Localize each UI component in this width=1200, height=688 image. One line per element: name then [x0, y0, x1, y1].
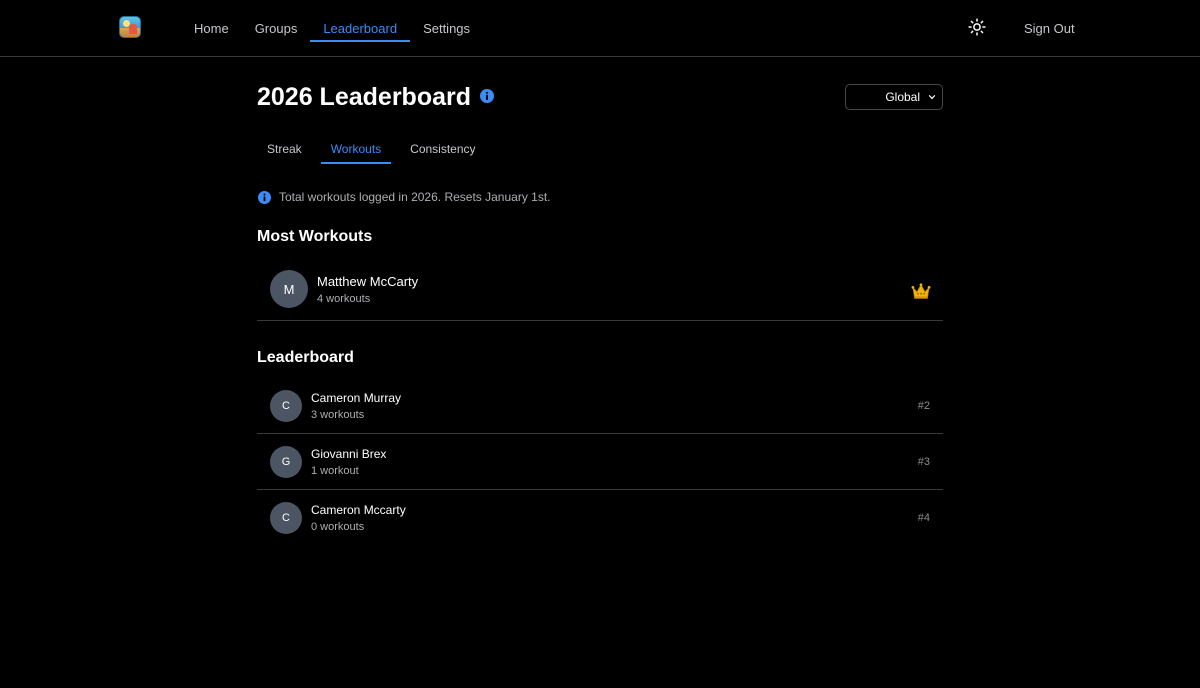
row-name: Cameron Mccarty	[311, 503, 406, 517]
rank-badge: #3	[917, 456, 930, 468]
crown-icon	[911, 283, 931, 299]
rank-badge: #2	[917, 400, 930, 412]
nav-home[interactable]: Home	[181, 0, 242, 56]
row-name: Giovanni Brex	[311, 447, 387, 461]
sign-out-link[interactable]: Sign Out	[1024, 0, 1075, 56]
leader-name: Matthew McCarty	[317, 274, 419, 289]
rank-badge: #4	[917, 512, 930, 524]
info-icon[interactable]	[480, 89, 494, 103]
title-row: 2026 Leaderboard Global	[257, 81, 943, 113]
row-count: 0 workouts	[311, 521, 365, 533]
tab-consistency[interactable]: Consistency	[400, 135, 485, 163]
nav-links: Home Groups Leaderboard Settings	[181, 0, 483, 56]
avatar: C	[270, 390, 302, 422]
tab-workouts[interactable]: Workouts	[320, 135, 392, 164]
scope-select-value: Global	[885, 90, 920, 104]
leaderboard-tabs: Streak Workouts Consistency	[257, 135, 495, 164]
info-note: Total workouts logged in 2026. Resets Ja…	[258, 190, 551, 204]
most-workouts-title: Most Workouts	[257, 228, 373, 245]
row-name: Cameron Murray	[311, 391, 402, 405]
row-count: 1 workout	[311, 465, 359, 477]
top-navbar: Home Groups Leaderboard Settings Sign Ou…	[0, 0, 1200, 57]
nav-groups[interactable]: Groups	[242, 0, 311, 56]
leaderboard-row[interactable]: C Cameron Mccarty 0 workouts #4	[257, 490, 943, 546]
nav-leaderboard[interactable]: Leaderboard	[310, 0, 410, 56]
leader-count: 4 workouts	[317, 293, 371, 305]
avatar: C	[270, 502, 302, 534]
tab-streak[interactable]: Streak	[257, 135, 312, 163]
logo-figure-shape	[129, 24, 137, 34]
leaderboard-section-title: Leaderboard	[257, 349, 354, 366]
scope-select[interactable]: Global	[845, 84, 943, 110]
avatar: G	[270, 446, 302, 478]
avatar: M	[270, 270, 308, 308]
leaderboard-row[interactable]: C Cameron Murray 3 workouts #2	[257, 382, 943, 434]
app-logo[interactable]	[119, 16, 141, 38]
row-count: 3 workouts	[311, 409, 365, 421]
nav-settings[interactable]: Settings	[410, 0, 483, 56]
info-icon	[258, 190, 271, 204]
page-title: 2026 Leaderboard	[257, 83, 471, 111]
leaderboard-row[interactable]: G Giovanni Brex 1 workout #3	[257, 434, 943, 490]
chevron-down-icon	[928, 94, 936, 100]
top-leader-row[interactable]: M Matthew McCarty 4 workouts	[257, 262, 943, 321]
sun-icon[interactable]	[968, 18, 986, 36]
info-note-text: Total workouts logged in 2026. Resets Ja…	[279, 190, 551, 204]
